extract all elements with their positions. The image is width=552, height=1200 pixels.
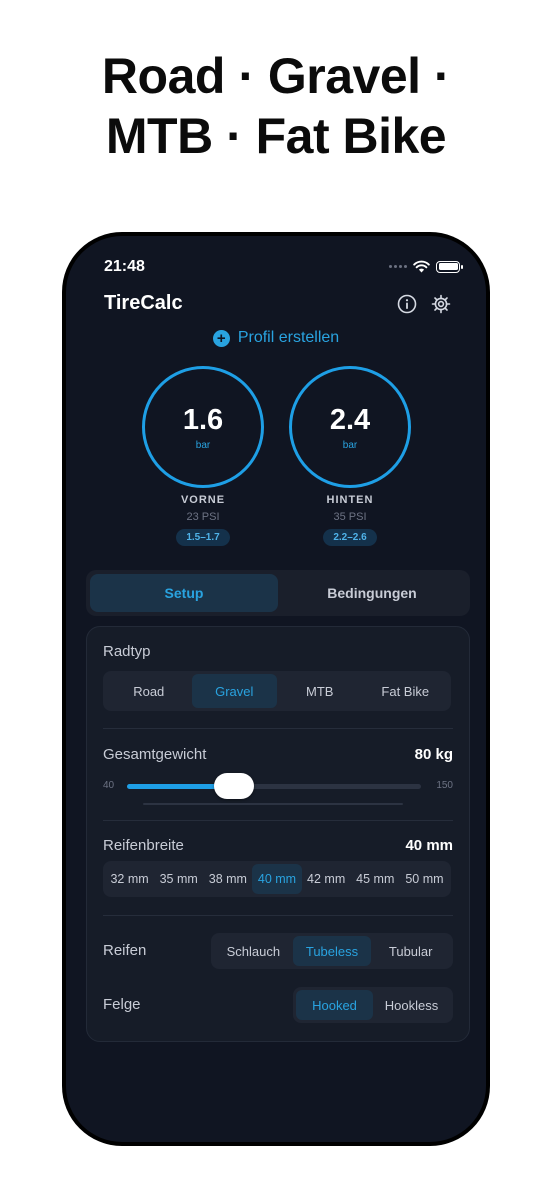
slider-scroll-indicator [143, 803, 403, 805]
weight-label: Gesamtgewicht [103, 746, 207, 763]
rear-pressure-value: 2.4 [329, 403, 371, 436]
weight-slider-track[interactable] [127, 784, 421, 789]
weight-slider-thumb[interactable] [213, 773, 254, 799]
rim-segmented-control: Hooked Hookless [293, 987, 453, 1023]
width-option-40[interactable]: 40 mm [252, 864, 302, 894]
weight-max-label: 150 [436, 780, 453, 791]
tire-width-label: Reifenbreite [103, 837, 184, 854]
headline-line-1: Road · Gravel · [101, 48, 451, 104]
tire-width-selector: 32 mm 35 mm 38 mm 40 mm 42 mm 45 mm 50 m… [103, 861, 451, 897]
tab-bedingungen[interactable]: Bedingungen [278, 574, 466, 612]
divider [103, 728, 453, 729]
rear-range-badge: 2.2–2.6 [323, 529, 377, 546]
radtyp-label: Radtyp [103, 643, 151, 660]
divider [103, 820, 453, 821]
rear-psi: 35 PSI [333, 511, 367, 523]
front-label: VORNE [180, 494, 226, 506]
main-tabs: Setup Bedingungen [86, 570, 470, 616]
width-option-45[interactable]: 45 mm [351, 864, 400, 894]
setup-card: Radtyp Road Gravel MTB Fat Bike Gesamtge… [86, 626, 470, 1042]
gear-icon[interactable] [430, 293, 452, 315]
status-icons [389, 260, 463, 273]
app-title: TireCalc [104, 292, 183, 314]
front-pressure-ring: 1.6 bar [142, 366, 264, 488]
front-psi: 23 PSI [186, 511, 220, 523]
width-option-50[interactable]: 50 mm [400, 864, 449, 894]
tire-type-option-schlauch[interactable]: Schlauch [214, 936, 293, 966]
width-option-38[interactable]: 38 mm [203, 864, 252, 894]
rear-label: HINTEN [326, 494, 374, 506]
front-range-badge: 1.5–1.7 [176, 529, 230, 546]
plus-circle-icon: + [212, 329, 230, 347]
radtyp-segmented-control: Road Gravel MTB Fat Bike [103, 671, 451, 711]
divider [103, 915, 453, 916]
tire-type-label: Reifen [103, 942, 147, 959]
weight-min-label: 40 [103, 780, 115, 791]
headline: Road · Gravel · MTB · Fat Bike [0, 46, 552, 166]
tire-type-segmented-control: Schlauch Tubeless Tubular [211, 933, 453, 969]
width-option-32[interactable]: 32 mm [105, 864, 154, 894]
tire-width-value: 40 mm [405, 837, 453, 854]
rear-pressure-gauge: 2.4 bar HINTEN 35 PSI 2.2–2.6 [289, 366, 411, 546]
radtyp-option-mtb[interactable]: MTB [277, 674, 363, 708]
radtyp-option-road[interactable]: Road [106, 674, 192, 708]
wifi-icon [413, 260, 430, 273]
headline-line-2: MTB · Fat Bike [105, 108, 447, 164]
width-option-42[interactable]: 42 mm [302, 864, 351, 894]
phone-frame: 21:48 TireCalc + Profil erstellen 1.6 ba… [62, 232, 490, 1146]
info-icon[interactable] [396, 293, 418, 315]
radtyp-option-fat-bike[interactable]: Fat Bike [363, 674, 449, 708]
rim-label: Felge [103, 996, 141, 1013]
tire-type-option-tubular[interactable]: Tubular [371, 936, 450, 966]
radtyp-option-gravel[interactable]: Gravel [191, 674, 277, 708]
rear-pressure-unit: bar [342, 439, 358, 451]
width-option-35[interactable]: 35 mm [154, 864, 203, 894]
signal-dots-icon [389, 265, 407, 268]
rim-option-hookless[interactable]: Hookless [373, 990, 450, 1020]
rear-pressure-ring: 2.4 bar [289, 366, 411, 488]
front-pressure-unit: bar [195, 439, 211, 451]
front-pressure-gauge: 1.6 bar VORNE 23 PSI 1.5–1.7 [142, 366, 264, 546]
create-profile-button[interactable]: + Profil erstellen [66, 329, 486, 347]
status-time: 21:48 [104, 258, 145, 275]
battery-icon [436, 260, 463, 273]
front-pressure-value: 1.6 [182, 403, 224, 436]
create-profile-label: Profil erstellen [237, 329, 340, 346]
rim-option-hooked[interactable]: Hooked [296, 990, 373, 1020]
weight-value: 80 kg [414, 746, 453, 763]
app-screen: 21:48 TireCalc + Profil erstellen 1.6 ba… [66, 236, 486, 1142]
tab-setup[interactable]: Setup [90, 574, 278, 612]
tire-type-option-tubeless[interactable]: Tubeless [292, 936, 372, 966]
